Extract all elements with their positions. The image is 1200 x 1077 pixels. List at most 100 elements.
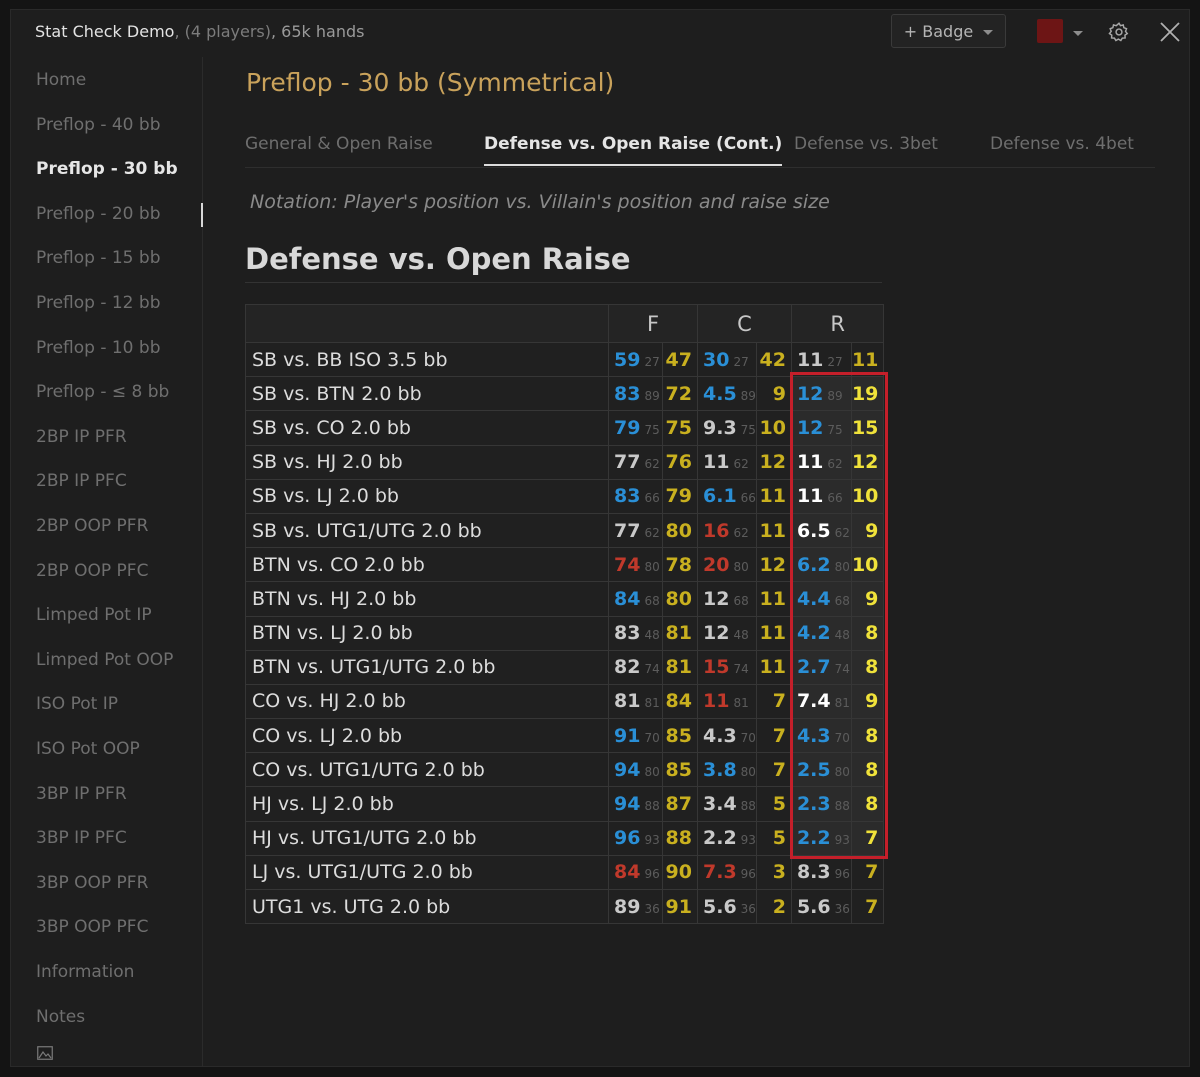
fold-value-cell: 81 81 bbox=[608, 683, 663, 720]
gear-icon[interactable] bbox=[1108, 21, 1130, 43]
call-value-cell: 4.5 89 bbox=[697, 376, 757, 412]
call-value: 12 bbox=[703, 622, 730, 645]
raise-reference-value: 9 bbox=[850, 683, 885, 720]
raise-reference-value: 7 bbox=[850, 888, 885, 925]
raise-sample-size: 80 bbox=[834, 559, 850, 574]
fold-value-cell: 91 70 bbox=[608, 718, 663, 754]
sidebar-item-2bp-ip-pfc[interactable]: 2BP IP PFC bbox=[36, 468, 127, 494]
close-icon[interactable] bbox=[1158, 20, 1182, 44]
table-row[interactable]: SB vs. LJ 2.0 bb 83 66 79 6.1 66 11 11 66 10 bbox=[245, 478, 885, 514]
call-value-cell: 6.1 66 bbox=[697, 478, 757, 514]
header-raise[interactable]: R bbox=[790, 304, 885, 343]
row-label: CO vs. LJ 2.0 bb bbox=[245, 718, 609, 754]
fold-sample-size: 70 bbox=[644, 730, 660, 745]
sidebar-item-preflop-10-bb[interactable]: Preflop - 10 bb bbox=[36, 335, 161, 361]
sidebar-item-3bp-ip-pfc[interactable]: 3BP IP PFC bbox=[36, 825, 127, 851]
sidebar-item-preflop-40-bb[interactable]: Preflop - 40 bb bbox=[36, 112, 161, 138]
fold-value-cell: 94 80 bbox=[608, 752, 663, 788]
tab-defense-vs-open-raise[interactable]: Defense vs. Open Raise (Cont.) bbox=[484, 134, 783, 166]
add-badge-button[interactable]: + Badge bbox=[891, 14, 1006, 48]
sidebar-item-preflop-20-bb[interactable]: Preflop - 20 bb bbox=[36, 201, 161, 227]
sidebar-item-3bp-ip-pfr[interactable]: 3BP IP PFR bbox=[36, 781, 127, 807]
sidebar-item-2bp-oop-pfc[interactable]: 2BP OOP PFC bbox=[36, 558, 148, 584]
call-value: 6.1 bbox=[703, 485, 737, 508]
sidebar-item-3bp-oop-pfr[interactable]: 3BP OOP PFR bbox=[36, 870, 148, 896]
raise-value-cell: 2.7 74 bbox=[790, 649, 852, 685]
table-row[interactable]: LJ vs. UTG1/UTG 2.0 bb 84 96 90 7.3 96 3 8.3 96 7 bbox=[245, 854, 885, 891]
call-reference-value: 10 bbox=[755, 410, 792, 446]
table-row[interactable]: BTN vs. LJ 2.0 bb 83 48 81 12 48 11 4.2 48 8 bbox=[245, 615, 885, 651]
fold-sample-size: 96 bbox=[644, 867, 660, 882]
table-row[interactable]: CO vs. LJ 2.0 bb 91 70 85 4.3 70 7 4.3 70 8 bbox=[245, 718, 885, 754]
call-reference-value: 7 bbox=[755, 718, 792, 754]
header-fold[interactable]: F bbox=[608, 304, 698, 343]
sidebar-item-preflop-15-bb[interactable]: Preflop - 15 bb bbox=[36, 245, 161, 271]
header-call[interactable]: C bbox=[697, 304, 792, 343]
sidebar-item-iso-pot-ip[interactable]: ISO Pot IP bbox=[36, 691, 118, 717]
table-row[interactable]: SB vs. CO 2.0 bb 79 75 75 9.3 75 10 12 75 15 bbox=[245, 410, 885, 446]
fold-sample-size: 88 bbox=[644, 799, 660, 814]
color-swatch-button[interactable] bbox=[1037, 19, 1063, 43]
fold-reference-value: 79 bbox=[662, 478, 698, 514]
fold-value: 83 bbox=[614, 622, 641, 645]
table-row[interactable]: SB vs. UTG1/UTG 2.0 bb 77 62 80 16 62 11 6.5 62 9 bbox=[245, 512, 885, 549]
call-value-cell: 20 80 bbox=[697, 547, 757, 583]
tab-defense-vs-4bet[interactable]: Defense vs. 4bet bbox=[990, 134, 1134, 166]
sidebar-item-preflop-8-bb[interactable]: Preflop - ≤ 8 bb bbox=[36, 379, 169, 405]
table-row[interactable]: SB vs. HJ 2.0 bb 77 62 76 11 62 12 11 62 12 bbox=[245, 444, 885, 480]
raise-value-cell: 7.4 81 bbox=[790, 683, 852, 720]
sidebar-item-notes[interactable]: Notes bbox=[36, 1004, 85, 1030]
fold-reference-value: 88 bbox=[662, 820, 698, 856]
raise-value: 8.3 bbox=[796, 861, 831, 884]
fold-sample-size: 62 bbox=[644, 525, 660, 540]
raise-value-cell: 11 27 bbox=[790, 341, 852, 378]
row-label: LJ vs. UTG1/UTG 2.0 bb bbox=[245, 854, 609, 891]
fold-value-cell: 84 68 bbox=[608, 581, 663, 617]
fold-value: 74 bbox=[614, 553, 641, 576]
chevron-down-icon[interactable] bbox=[1073, 31, 1083, 36]
call-reference-value: 11 bbox=[755, 478, 792, 514]
sidebar-item-home[interactable]: Home bbox=[36, 67, 86, 93]
fold-value-cell: 83 89 bbox=[608, 376, 663, 412]
sidebar-item-2bp-oop-pfr[interactable]: 2BP OOP PFR bbox=[36, 513, 148, 539]
image-icon[interactable] bbox=[37, 1046, 53, 1060]
raise-reference-value: 8 bbox=[850, 752, 885, 788]
table-row[interactable]: CO vs. UTG1/UTG 2.0 bb 94 80 85 3.8 80 7 2.5 80 8 bbox=[245, 752, 885, 788]
call-reference-value: 11 bbox=[755, 649, 792, 685]
sidebar-item-limped-pot-ip[interactable]: Limped Pot IP bbox=[36, 602, 152, 628]
table-row[interactable]: SB vs. BTN 2.0 bb 83 89 72 4.5 89 9 12 89 19 bbox=[245, 376, 885, 412]
fold-reference-value: 84 bbox=[662, 683, 698, 720]
player-count: , (4 players) bbox=[174, 22, 271, 41]
call-value: 12 bbox=[703, 587, 730, 610]
fold-sample-size: 36 bbox=[644, 901, 660, 916]
call-value: 30 bbox=[703, 348, 730, 371]
call-value: 4.3 bbox=[703, 724, 737, 747]
call-sample-size: 80 bbox=[733, 559, 749, 574]
sidebar-item-3bp-oop-pfc[interactable]: 3BP OOP PFC bbox=[36, 914, 148, 940]
table-row[interactable]: UTG1 vs. UTG 2.0 bb 89 36 91 5.6 36 2 5.6 36 7 bbox=[245, 888, 885, 925]
table-row[interactable]: CO vs. HJ 2.0 bb 81 81 84 11 81 7 7.4 81 9 bbox=[245, 683, 885, 720]
call-reference-value: 11 bbox=[755, 581, 792, 617]
call-sample-size: 62 bbox=[733, 457, 749, 472]
sidebar-item-iso-pot-oop[interactable]: ISO Pot OOP bbox=[36, 736, 140, 762]
raise-value-cell: 12 75 bbox=[790, 410, 852, 446]
call-reference-value: 11 bbox=[755, 615, 792, 651]
sidebar-item-preflop-12-bb[interactable]: Preflop - 12 bb bbox=[36, 290, 161, 316]
table-row[interactable]: HJ vs. LJ 2.0 bb 94 88 87 3.4 88 5 2.3 88 8 bbox=[245, 786, 885, 822]
sidebar-item-preflop-30-bb[interactable]: Preflop - 30 bb bbox=[36, 156, 178, 182]
table-row[interactable]: BTN vs. UTG1/UTG 2.0 bb 82 74 81 15 74 11 2.7 74… bbox=[245, 649, 885, 685]
raise-value: 4.3 bbox=[796, 724, 831, 747]
sidebar-item-limped-pot-oop[interactable]: Limped Pot OOP bbox=[36, 647, 173, 673]
table-row[interactable]: SB vs. BB ISO 3.5 bb 59 27 47 30 27 42 11 27 11 bbox=[245, 341, 885, 378]
sidebar-item-information[interactable]: Information bbox=[36, 959, 134, 985]
tab-defense-vs-3bet[interactable]: Defense vs. 3bet bbox=[794, 134, 938, 166]
table-row[interactable]: BTN vs. CO 2.0 bb 74 80 78 20 80 12 6.2 80 10 bbox=[245, 547, 885, 583]
tab-general-open-raise[interactable]: General & Open Raise bbox=[245, 134, 433, 166]
table-row[interactable]: BTN vs. HJ 2.0 bb 84 68 80 12 68 11 4.4 68 9 bbox=[245, 581, 885, 617]
table-row[interactable]: HJ vs. UTG1/UTG 2.0 bb 96 93 88 2.2 93 5 2.2 93 7 bbox=[245, 820, 885, 856]
row-label: HJ vs. LJ 2.0 bb bbox=[245, 786, 609, 822]
raise-value: 2.3 bbox=[796, 793, 831, 816]
fold-value-cell: 89 36 bbox=[608, 888, 663, 925]
sidebar-item-2bp-ip-pfr[interactable]: 2BP IP PFR bbox=[36, 424, 127, 450]
call-value: 20 bbox=[703, 553, 730, 576]
